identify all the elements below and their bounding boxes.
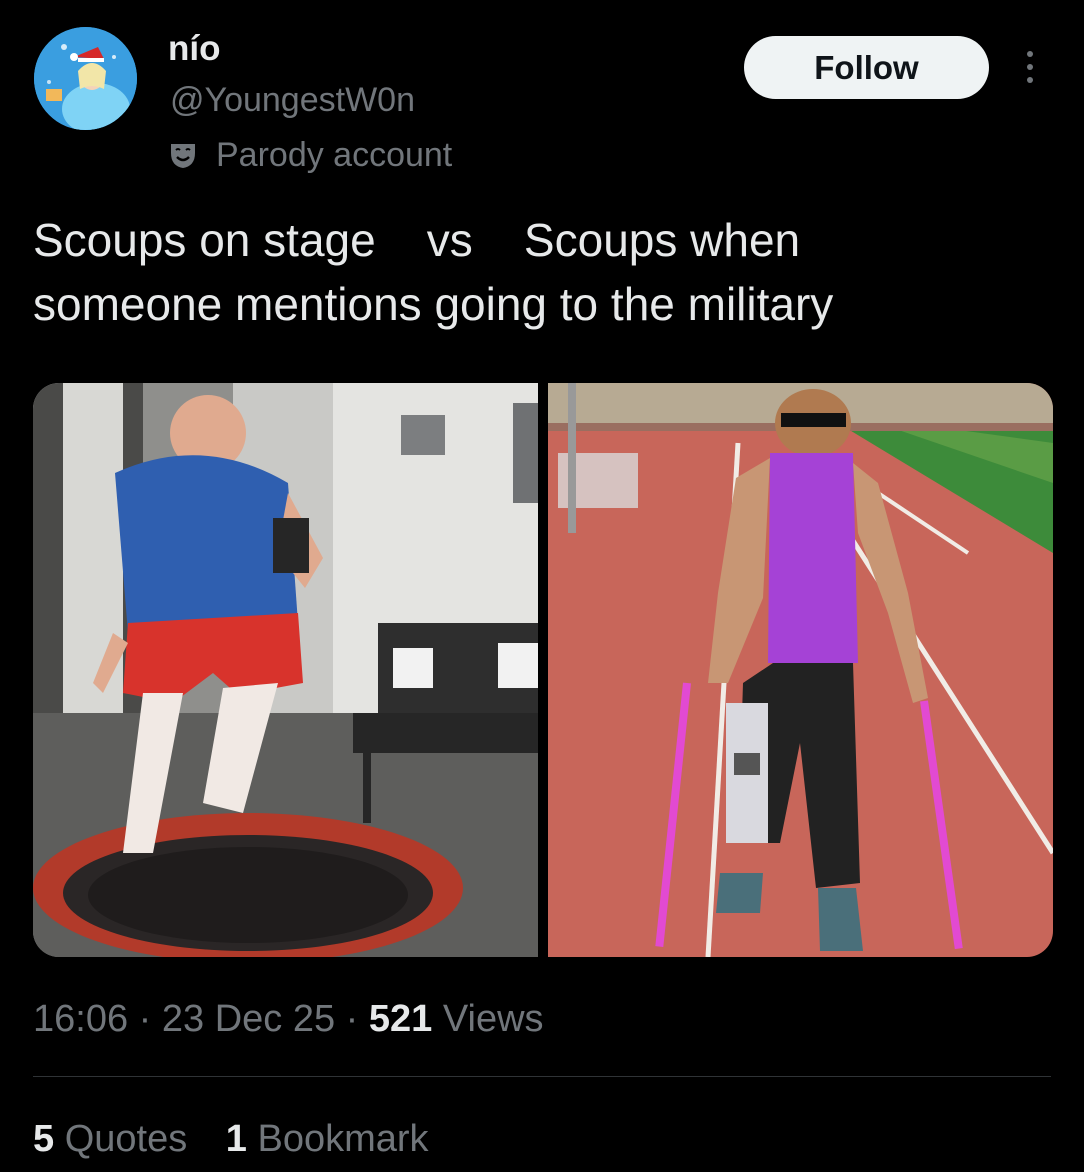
divider (33, 1076, 1051, 1077)
tweet-meta: 16:06 · 23 Dec 25 · 521 Views (33, 994, 544, 1044)
media-grid (33, 383, 1053, 957)
more-dot (1027, 77, 1033, 83)
tweet-date[interactable]: 23 Dec 25 (162, 998, 335, 1040)
display-name[interactable]: nío (168, 26, 220, 72)
more-dot (1027, 51, 1033, 57)
quotes-stat[interactable]: 5 Quotes (33, 1118, 198, 1160)
parody-label-text: Parody account (216, 135, 453, 174)
meta-separator: · (345, 998, 359, 1040)
tweet-text: Scoups on stage vs Scoups when someone m… (33, 214, 834, 330)
tweet-time[interactable]: 16:06 (33, 998, 128, 1040)
engagement-stats: 5 Quotes 1 Bookmark (33, 1114, 429, 1164)
meta-separator: · (138, 998, 152, 1040)
bookmarks-label: Bookmark (257, 1118, 429, 1160)
more-options-icon[interactable] (1012, 46, 1048, 88)
theater-mask-icon (168, 140, 198, 170)
more-dot (1027, 64, 1033, 70)
follow-button[interactable]: Follow (744, 36, 989, 99)
gif-left-trampoline[interactable] (33, 383, 538, 957)
quotes-count: 5 (33, 1118, 55, 1160)
quotes-label: Quotes (64, 1118, 188, 1160)
parody-label: Parody account (168, 132, 452, 178)
bookmarks-stat[interactable]: 1 Bookmark (226, 1118, 429, 1160)
views-label: Views (442, 998, 544, 1040)
avatar-icon (34, 27, 137, 130)
avatar[interactable] (34, 27, 137, 130)
user-handle[interactable]: @YoungestW0n (170, 78, 415, 122)
bookmarks-count: 1 (225, 1118, 247, 1160)
views-count: 521 (368, 998, 433, 1040)
gif-right-crutches[interactable] (548, 383, 1053, 957)
